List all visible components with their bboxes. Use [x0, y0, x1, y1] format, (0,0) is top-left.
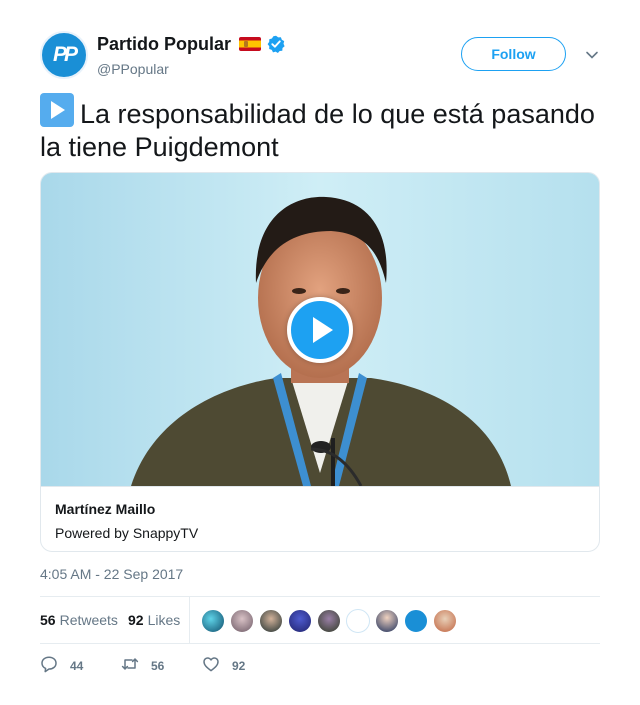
- play-button-emoji-icon: [40, 93, 74, 127]
- like-count: 92: [232, 659, 246, 673]
- stats-divider: [189, 597, 190, 643]
- liker-avatar[interactable]: [259, 609, 283, 633]
- play-icon[interactable]: [287, 297, 353, 363]
- liker-avatar[interactable]: [230, 609, 254, 633]
- reply-action[interactable]: 44: [40, 655, 84, 678]
- tweet-body: La responsabilidad de lo que está pasand…: [40, 99, 595, 162]
- verified-badge-icon: [267, 35, 285, 53]
- display-name[interactable]: Partido Popular: [97, 34, 231, 55]
- tweet-stats: 56 Retweets 92 Likes: [40, 596, 600, 644]
- reply-icon[interactable]: [40, 655, 58, 678]
- card-subtitle: Powered by SnappyTV: [55, 525, 199, 541]
- retweets-stat[interactable]: 56 Retweets: [40, 612, 118, 628]
- card-info: Martínez Maillo Powered by SnappyTV: [41, 486, 599, 551]
- reply-count: 44: [70, 659, 84, 673]
- retweet-action[interactable]: 56: [121, 656, 164, 676]
- tweet-actions: 44 56 92: [40, 655, 340, 678]
- chevron-down-icon[interactable]: [584, 47, 600, 63]
- like-action[interactable]: 92: [202, 656, 245, 676]
- name-block: Partido Popular @PPopular: [97, 33, 285, 77]
- video-card[interactable]: Martínez Maillo Powered by SnappyTV: [40, 172, 600, 552]
- liker-avatar[interactable]: [317, 609, 341, 633]
- retweet-icon[interactable]: [121, 655, 139, 678]
- user-handle[interactable]: @PPopular: [97, 61, 285, 77]
- name-row: Partido Popular: [97, 33, 285, 55]
- retweet-count: 56: [151, 659, 165, 673]
- liker-avatar[interactable]: [375, 609, 399, 633]
- retweets-label: Retweets: [59, 612, 118, 628]
- likes-stat[interactable]: 92 Likes: [128, 612, 180, 628]
- liker-avatar[interactable]: [346, 609, 370, 633]
- liker-avatar[interactable]: [433, 609, 457, 633]
- follow-button[interactable]: Follow: [461, 37, 566, 71]
- pp-logo: PP: [52, 43, 78, 66]
- heart-icon[interactable]: [202, 655, 220, 678]
- tweet-timestamp[interactable]: 4:05 AM - 22 Sep 2017: [40, 566, 183, 582]
- tweet-header: PP Partido Popular @PPopular Follow: [40, 31, 600, 81]
- liker-avatar[interactable]: [404, 609, 428, 633]
- tweet-text: La responsabilidad de lo que está pasand…: [40, 93, 600, 164]
- profile-avatar[interactable]: PP: [40, 31, 88, 79]
- video-player[interactable]: [41, 173, 599, 486]
- likes-label: Likes: [147, 612, 181, 628]
- liker-avatar[interactable]: [201, 609, 225, 633]
- retweets-count: 56: [40, 612, 56, 628]
- spain-flag-icon: [239, 37, 262, 51]
- card-title: Martínez Maillo: [55, 501, 156, 517]
- liker-avatar[interactable]: [288, 609, 312, 633]
- likes-count: 92: [128, 612, 144, 628]
